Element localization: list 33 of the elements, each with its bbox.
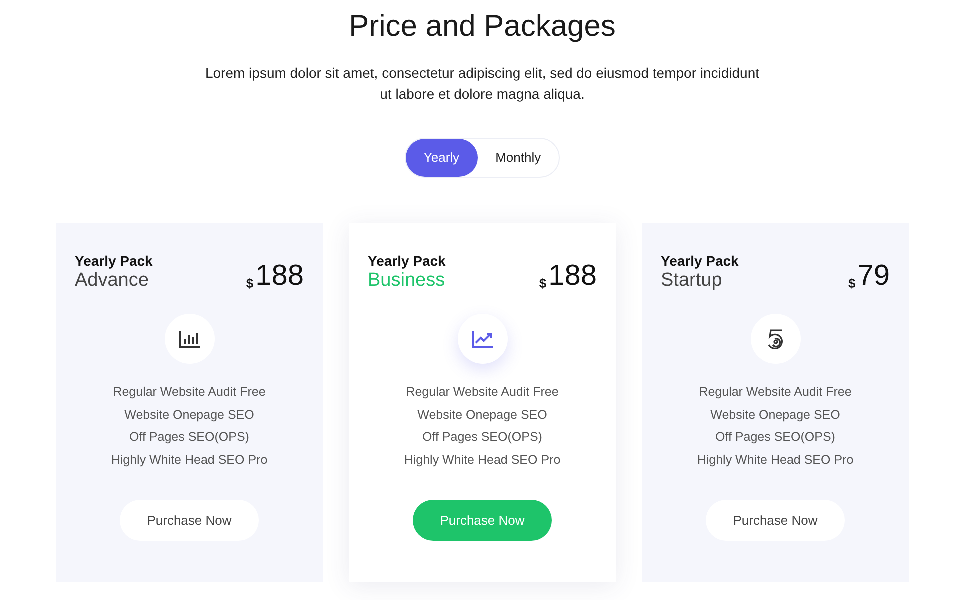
feature-text: Highly White Head SEO Pro — [404, 452, 561, 470]
page-title: Price and Packages — [349, 9, 616, 45]
purchase-button[interactable]: Purchase Now — [706, 500, 845, 541]
feature-text: Website Onepage SEO — [418, 406, 548, 424]
plan-name: Advance — [75, 270, 150, 292]
feature-text: Off Pages SEO(OPS) — [422, 429, 542, 446]
billing-tab[interactable]: Yearly — [406, 139, 478, 177]
spiral-icon — [750, 314, 800, 364]
feature-text: Regular Website Audit Free — [113, 384, 266, 401]
plan-price: 188 — [256, 260, 304, 292]
feature-text: Website Onepage SEO — [124, 406, 254, 424]
feature-text: Regular Website Audit Free — [406, 384, 559, 401]
billing-tab[interactable]: Monthly — [478, 139, 560, 177]
plan-name: Startup — [661, 270, 724, 292]
plan-price: 79 — [858, 260, 890, 292]
feature-text: Off Pages SEO(OPS) — [716, 429, 836, 446]
plan-period: Yearly Pack — [368, 252, 446, 270]
trend-up-icon — [458, 314, 508, 364]
plan-price: 188 — [548, 260, 597, 292]
feature-text: Website Onepage SEO — [710, 406, 840, 424]
currency-symbol: $ — [539, 276, 547, 292]
plan-period: Yearly Pack — [661, 252, 739, 270]
feature-text: Highly White Head SEO Pro — [697, 452, 854, 470]
plan-name: Business — [368, 270, 446, 292]
purchase-button[interactable]: Purchase Now — [120, 500, 259, 541]
feature-text: Off Pages SEO(OPS) — [130, 429, 250, 446]
feature-text: Highly White Head SEO Pro — [111, 452, 268, 470]
bar-chart-icon — [164, 314, 214, 364]
feature-text: Regular Website Audit Free — [699, 384, 852, 401]
plan-period: Yearly Pack — [75, 252, 153, 270]
currency-symbol: $ — [848, 276, 856, 292]
page-subtitle: Lorem ipsum dolor sit amet, consectetur adipiscing elit, sed do eiusmod tempor incididunt ut labore et dolore magna aliqua. — [204, 64, 761, 104]
currency-symbol: $ — [246, 276, 254, 292]
